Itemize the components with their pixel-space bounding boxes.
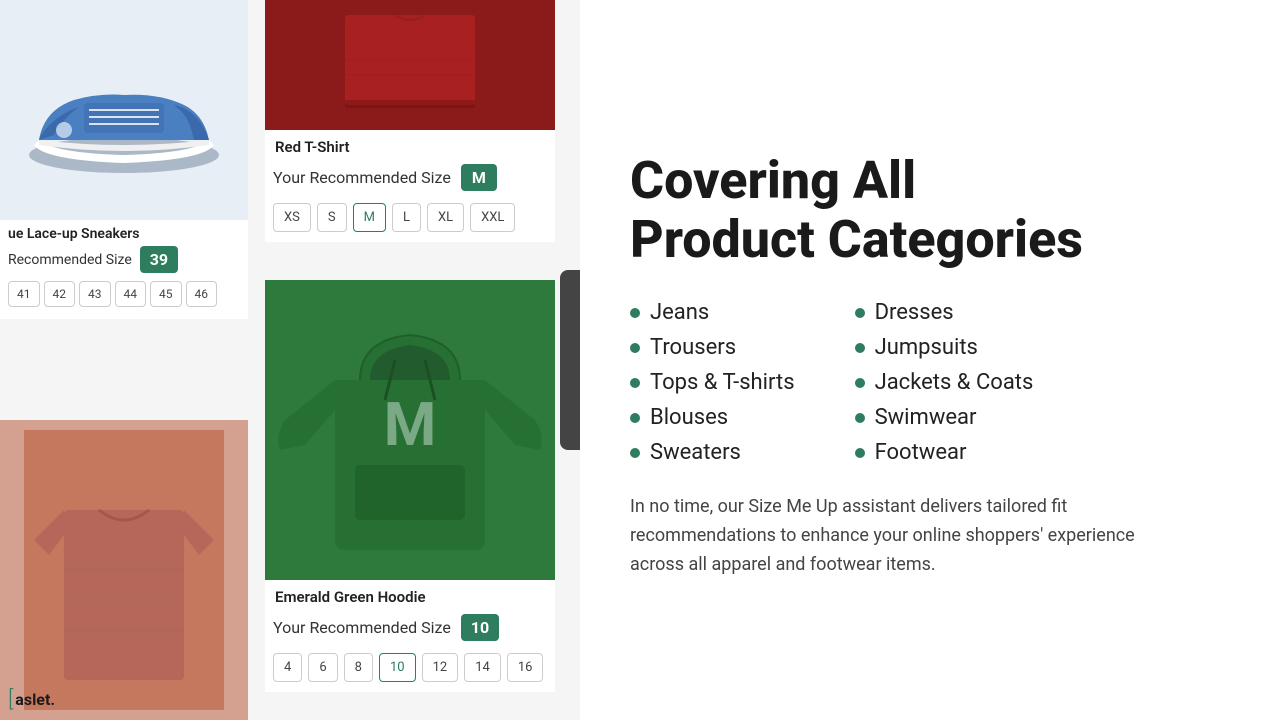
sneaker-rec-size: 39 xyxy=(140,246,178,273)
size-43[interactable]: 43 xyxy=(79,281,111,307)
sneaker-size-options: 41 42 43 44 45 46 xyxy=(8,277,240,313)
svg-text:M: M xyxy=(384,389,437,460)
category-tops-label: Tops & T-shirts xyxy=(650,370,795,395)
hoodie-size-14[interactable]: 14 xyxy=(464,653,501,682)
size-41[interactable]: 41 xyxy=(8,281,40,307)
size-xl[interactable]: XL xyxy=(427,203,464,232)
product-cards: Red T-Shirt Your Recommended Size M XS S… xyxy=(0,0,580,720)
hoodie-size-4[interactable]: 4 xyxy=(273,653,302,682)
red-shirt-name: Red T-Shirt xyxy=(265,130,555,160)
bullet-tops xyxy=(630,378,640,388)
logo: [ aslet. xyxy=(8,687,55,712)
category-blouses-label: Blouses xyxy=(650,405,728,430)
hoodie-image: M xyxy=(265,280,555,580)
category-swimwear: Swimwear xyxy=(855,405,1034,430)
category-jumpsuits: Jumpsuits xyxy=(855,335,1034,360)
hoodie-size-8[interactable]: 8 xyxy=(344,653,373,682)
title-line1: Covering All xyxy=(630,150,916,211)
hoodie-size-6[interactable]: 6 xyxy=(308,653,337,682)
size-44[interactable]: 44 xyxy=(115,281,147,307)
logo-bracket: [ xyxy=(8,687,13,712)
category-footwear: Footwear xyxy=(855,440,1034,465)
bullet-swimwear xyxy=(855,413,865,423)
hoodie-size-12[interactable]: 12 xyxy=(422,653,459,682)
category-blouses: Blouses xyxy=(630,405,795,430)
categories-right-col: Dresses Jumpsuits Jackets & Coats Swimwe… xyxy=(855,300,1034,465)
category-jackets-label: Jackets & Coats xyxy=(875,370,1034,395)
scroll-handle[interactable] xyxy=(560,270,580,450)
hoodie-size-16[interactable]: 16 xyxy=(507,653,544,682)
size-xs[interactable]: XS xyxy=(273,203,311,232)
category-swimwear-label: Swimwear xyxy=(875,405,977,430)
bullet-blouses xyxy=(630,413,640,423)
sneaker-rec-bar: Recommended Size 39 xyxy=(8,242,240,277)
sneaker-image-card xyxy=(0,0,248,220)
category-tops: Tops & T-shirts xyxy=(630,370,795,395)
hoodie-size-10[interactable]: 10 xyxy=(379,653,416,682)
title-line2: Product Categories xyxy=(630,209,1083,270)
category-sweaters-label: Sweaters xyxy=(650,440,741,465)
category-jeans-label: Jeans xyxy=(650,300,709,325)
bullet-footwear xyxy=(855,448,865,458)
left-panel: Red T-Shirt Your Recommended Size M XS S… xyxy=(0,0,580,720)
size-45[interactable]: 45 xyxy=(150,281,182,307)
bullet-sweaters xyxy=(630,448,640,458)
bullet-trousers xyxy=(630,343,640,353)
category-dresses-label: Dresses xyxy=(875,300,954,325)
category-trousers: Trousers xyxy=(630,335,795,360)
category-sweaters: Sweaters xyxy=(630,440,795,465)
size-l[interactable]: L xyxy=(392,203,421,232)
red-shirt-rec-bar: Your Recommended Size M xyxy=(265,160,555,199)
sneaker-name: ue Lace-up Sneakers xyxy=(8,226,240,242)
category-dresses: Dresses xyxy=(855,300,1034,325)
red-shirt-card: Red T-Shirt Your Recommended Size M XS S… xyxy=(265,0,555,242)
sneaker-rec-label: Recommended Size xyxy=(8,252,132,268)
bullet-dresses xyxy=(855,308,865,318)
size-xxl[interactable]: XXL xyxy=(470,203,515,232)
hoodie-rec-bar: Your Recommended Size 10 xyxy=(265,610,555,649)
red-shirt-rec-size: M xyxy=(461,164,497,191)
hoodie-name: Emerald Green Hoodie xyxy=(265,580,555,610)
hoodie-size-options: 4 6 8 10 12 14 16 xyxy=(265,649,555,692)
hoodie-rec-size: 10 xyxy=(461,614,499,641)
bullet-jumpsuits xyxy=(855,343,865,353)
hoodie-rec-label: Your Recommended Size xyxy=(273,618,451,637)
sneaker-image xyxy=(0,0,248,220)
main-title: Covering All Product Categories xyxy=(630,151,1230,271)
category-trousers-label: Trousers xyxy=(650,335,736,360)
brown-shirt-card xyxy=(0,420,248,720)
size-46[interactable]: 46 xyxy=(186,281,218,307)
right-panel: Covering All Product Categories Jeans Tr… xyxy=(580,0,1280,720)
description-text: In no time, our Size Me Up assistant del… xyxy=(630,493,1150,579)
categories-grid: Jeans Trousers Tops & T-shirts Blouses S… xyxy=(630,300,1230,465)
green-hoodie-card: M Emerald Green Hoodie Your Recommended … xyxy=(265,280,555,692)
red-shirt-image xyxy=(265,0,555,130)
sneaker-info: ue Lace-up Sneakers Recommended Size 39 … xyxy=(0,220,248,319)
red-shirt-rec-label: Your Recommended Size xyxy=(273,168,451,187)
category-jackets: Jackets & Coats xyxy=(855,370,1034,395)
size-42[interactable]: 42 xyxy=(44,281,76,307)
bullet-jeans xyxy=(630,308,640,318)
bullet-jackets xyxy=(855,378,865,388)
size-m[interactable]: M xyxy=(353,203,386,232)
red-shirt-size-options: XS S M L XL XXL xyxy=(265,199,555,242)
category-jeans: Jeans xyxy=(630,300,795,325)
size-s[interactable]: S xyxy=(317,203,347,232)
categories-left-col: Jeans Trousers Tops & T-shirts Blouses S… xyxy=(630,300,795,465)
category-jumpsuits-label: Jumpsuits xyxy=(875,335,978,360)
logo-text: aslet. xyxy=(15,690,55,709)
category-footwear-label: Footwear xyxy=(875,440,967,465)
